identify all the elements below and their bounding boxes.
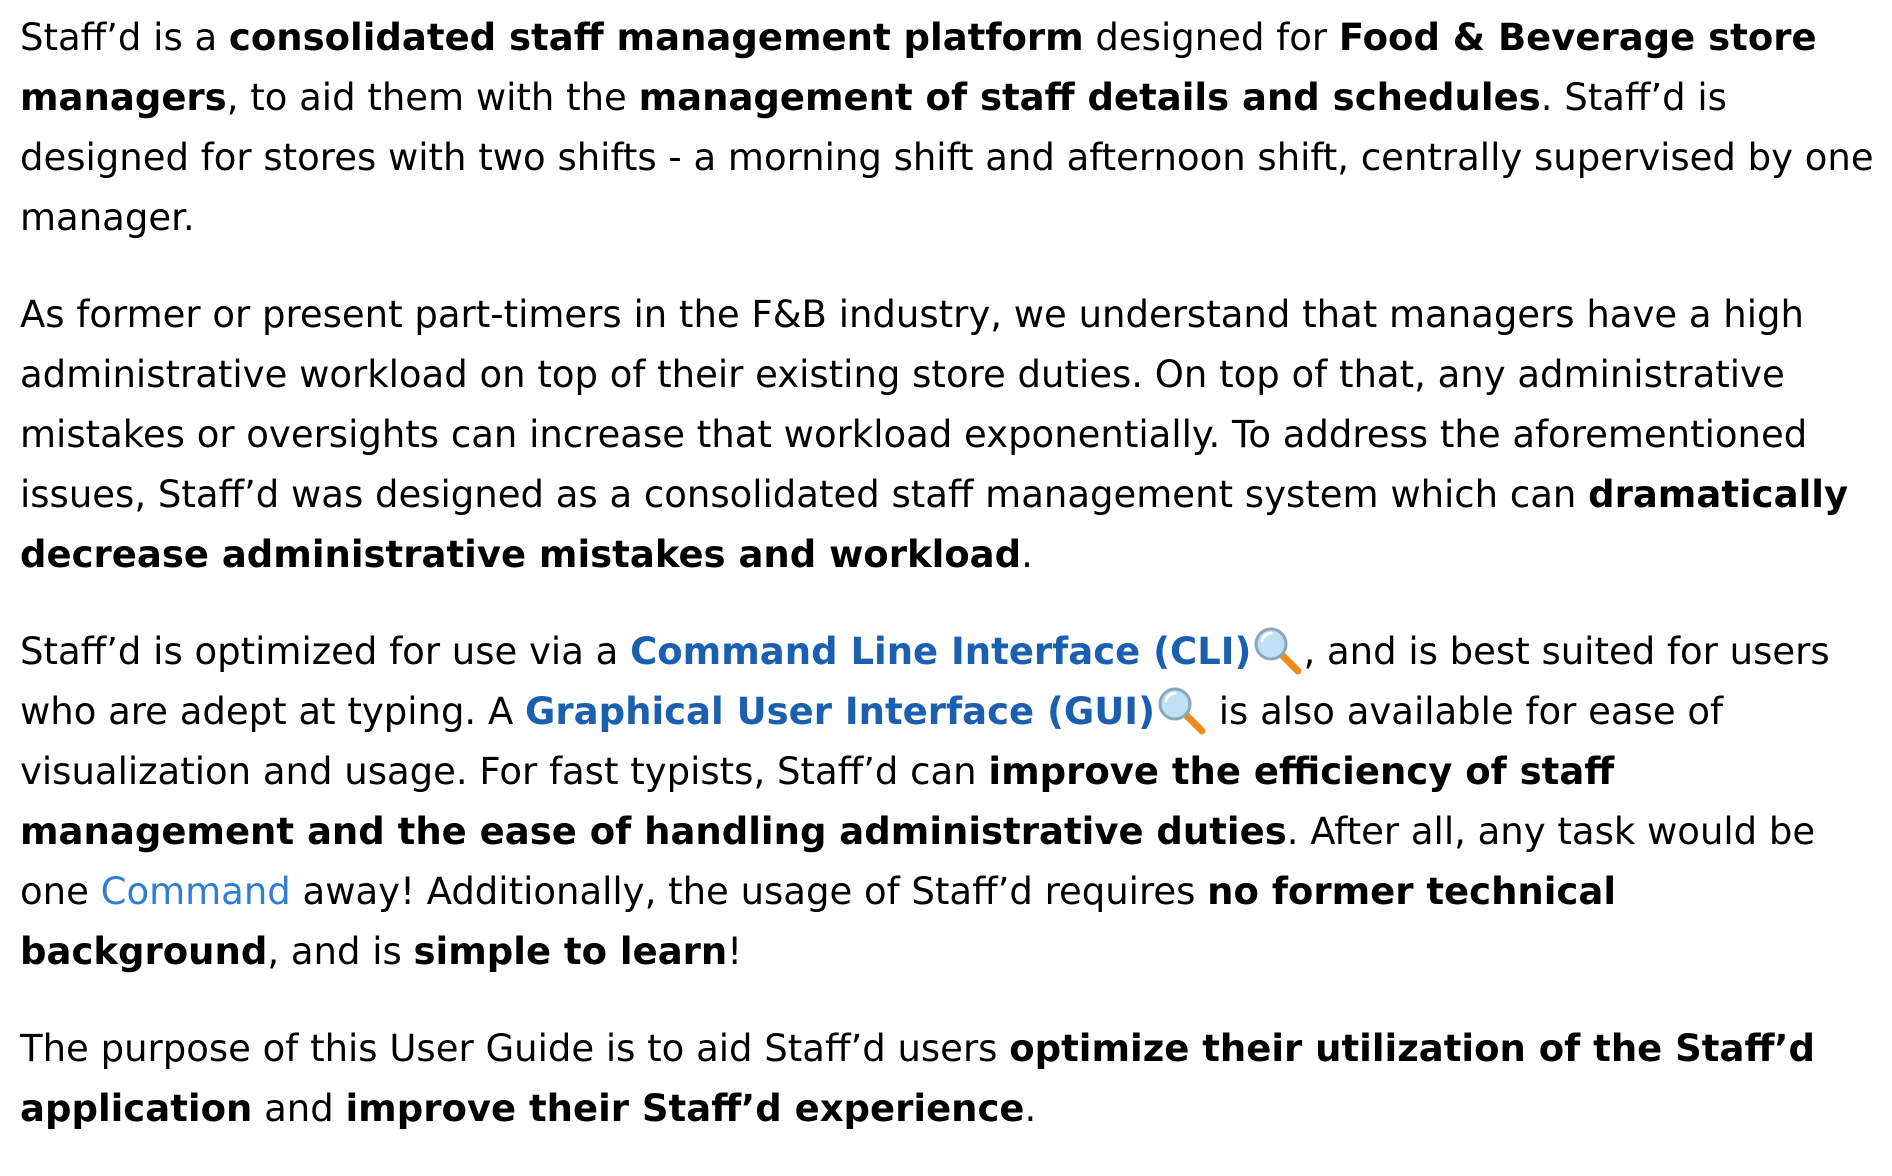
p1-text-2: designed for: [1083, 16, 1339, 59]
p1-text-3: , to aid them with the: [226, 76, 639, 119]
p3-text-1: Staff’d is optimized for use via a: [20, 630, 631, 673]
command-link[interactable]: Command: [101, 870, 291, 913]
p1-bold-platform: consolidated staff management platform: [228, 16, 1084, 59]
gui-term-link[interactable]: Graphical User Interface (GUI): [525, 690, 1155, 733]
p1-bold-management: management of staff details and schedule…: [638, 76, 1541, 119]
intro-paragraph-4: The purpose of this User Guide is to aid…: [20, 1019, 1884, 1139]
p4-text-3: .: [1024, 1087, 1037, 1130]
magnifying-glass-icon[interactable]: [1251, 624, 1303, 676]
intro-paragraph-2: As former or present part-timers in the …: [20, 285, 1884, 585]
intro-paragraph-1: Staff’d is a consolidated staff manageme…: [20, 8, 1884, 248]
user-guide-intro: Staff’d is a consolidated staff manageme…: [20, 8, 1884, 1176]
magnifying-glass-icon[interactable]: [1155, 684, 1207, 736]
p2-text-1: As former or present part-timers in the …: [20, 293, 1808, 516]
p4-text-2: and: [252, 1087, 346, 1130]
p4-bold-experience: improve their Staff’d experience: [345, 1087, 1025, 1130]
p2-text-2: .: [1021, 533, 1033, 576]
intro-paragraph-3: Staff’d is optimized for use via a Comma…: [20, 622, 1884, 982]
p3-text-6: , and is: [267, 930, 414, 973]
p3-bold-simple: simple to learn: [413, 930, 728, 973]
p3-text-5: away! Additionally, the usage of Staff’d…: [290, 870, 1208, 913]
p4-text-1: The purpose of this User Guide is to aid…: [20, 1027, 1010, 1070]
cli-term-link[interactable]: Command Line Interface (CLI): [630, 630, 1251, 673]
p1-text-1: Staff’d is a: [20, 16, 229, 59]
p3-text-7: !: [727, 930, 743, 973]
